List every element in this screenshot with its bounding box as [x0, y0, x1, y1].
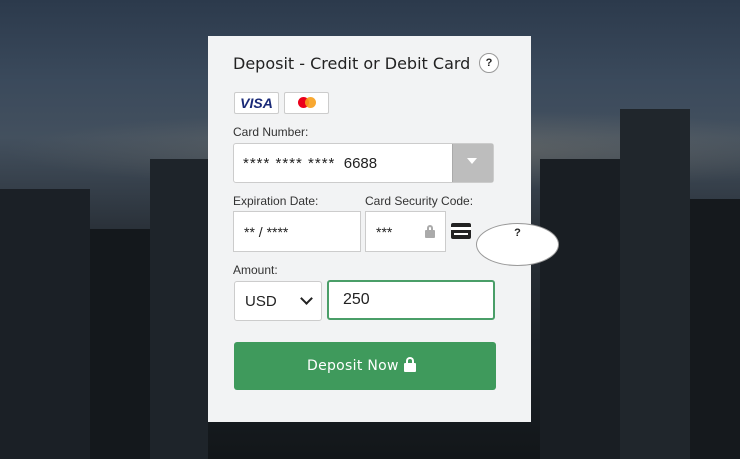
background-building	[690, 199, 740, 459]
deposit-now-button[interactable]: Deposit Now	[234, 342, 496, 390]
card-number-last4: 6688	[343, 155, 378, 172]
card-number-masked: **** **** ****	[243, 155, 336, 172]
deposit-form-card: Deposit - Credit or Debit Card ? VISA Ca…	[208, 36, 559, 422]
card-number-select[interactable]: **** **** **** 6688	[233, 143, 494, 183]
form-title: Deposit - Credit or Debit Card	[233, 54, 471, 73]
deposit-button-label: Deposit Now	[307, 358, 399, 374]
expiration-value: ** / ****	[244, 224, 289, 240]
background-building	[0, 189, 90, 459]
background-building	[540, 159, 620, 459]
credit-card-icon	[451, 223, 471, 239]
background-building	[90, 229, 150, 459]
background-building	[620, 109, 690, 459]
amount-label: Amount:	[233, 263, 278, 277]
lock-icon	[404, 357, 416, 372]
card-number-value: **** **** **** 6688	[243, 155, 377, 172]
currency-select[interactable]: USD	[234, 281, 322, 321]
cvv-field[interactable]: ***	[365, 211, 446, 252]
background-building	[150, 159, 208, 459]
amount-input[interactable]: 250	[327, 280, 495, 320]
mastercard-logo	[284, 92, 329, 114]
cvv-label: Card Security Code:	[365, 194, 474, 208]
help-icon[interactable]: ?	[479, 53, 499, 73]
chevron-down-icon	[300, 292, 313, 305]
cvv-value: ***	[376, 224, 393, 240]
card-dropdown-button[interactable]	[452, 144, 493, 182]
chevron-down-icon	[467, 158, 477, 164]
visa-logo-text: VISA	[240, 95, 273, 111]
currency-value: USD	[245, 293, 277, 310]
lock-icon	[425, 225, 435, 238]
visa-logo: VISA	[234, 92, 279, 114]
mastercard-icon	[296, 97, 318, 109]
cvv-help-icon[interactable]: ?	[476, 223, 559, 266]
card-number-label: Card Number:	[233, 125, 309, 139]
expiration-field[interactable]: ** / ****	[233, 211, 361, 252]
expiration-label: Expiration Date:	[233, 194, 319, 208]
amount-value: 250	[343, 291, 370, 308]
